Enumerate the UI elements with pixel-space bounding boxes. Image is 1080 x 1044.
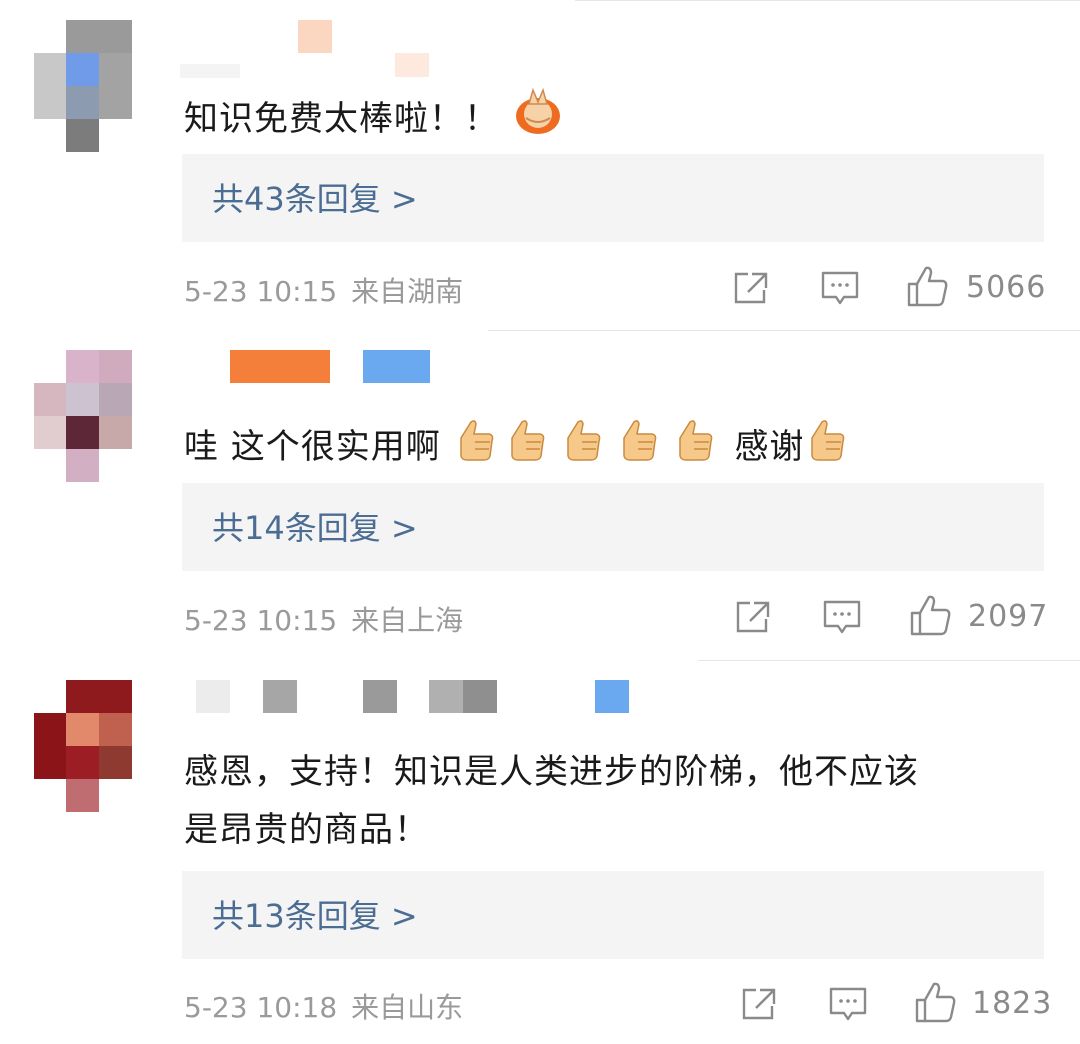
comment-meta: 5-23 10:15 来自上海 <box>184 599 463 639</box>
share-icon[interactable] <box>734 599 772 639</box>
avatar[interactable] <box>34 20 134 152</box>
username-blurred[interactable] <box>196 680 636 714</box>
comment-icon[interactable] <box>822 599 862 641</box>
reply-count-box[interactable]: 共14条回复 > <box>182 483 1044 571</box>
reply-count-link[interactable]: 共43条回复 > <box>212 174 418 220</box>
like-count: 1823 <box>972 986 1053 1021</box>
location: 来自上海 <box>351 604 464 637</box>
comment-icon[interactable] <box>828 986 868 1028</box>
timestamp: 5-23 10:18 <box>184 991 338 1024</box>
share-icon[interactable] <box>740 986 778 1026</box>
reply-count-link[interactable]: 共13条回复 > <box>212 891 418 937</box>
avatar[interactable] <box>34 680 134 812</box>
timestamp: 5-23 10:15 <box>184 604 338 637</box>
thumbs-up-emoji <box>555 416 611 479</box>
thumbs-up-icon[interactable] <box>909 593 953 641</box>
thumbs-up-emoji <box>667 416 723 479</box>
top-divider <box>575 0 1080 1</box>
comment-meta: 5-23 10:18 来自山东 <box>184 986 463 1026</box>
comment-text-content: 知识免费太棒啦！！ <box>184 99 499 139</box>
thumbs-up-icon[interactable] <box>914 980 958 1028</box>
thumbs-up-emoji <box>611 416 667 479</box>
comment-meta: 5-23 10:15 来自湖南 <box>184 270 463 310</box>
comment-divider <box>698 660 1080 661</box>
comment-text-line: 感恩，支持！知识是人类进步的阶梯，他不应该 <box>184 752 919 792</box>
comment-text-content: 感谢 <box>734 427 805 467</box>
location: 来自湖南 <box>351 275 464 308</box>
like-count: 5066 <box>966 270 1047 305</box>
reply-count-box[interactable]: 共43条回复 > <box>182 154 1044 242</box>
reply-count-link[interactable]: 共14条回复 > <box>212 503 418 549</box>
clapping-hands-emoji <box>511 86 565 151</box>
like-count: 2097 <box>968 599 1049 634</box>
comment-icon[interactable] <box>820 270 860 312</box>
username-blurred[interactable] <box>180 20 440 80</box>
comment-text: 哇 这个很实用啊 感谢 <box>184 416 850 479</box>
avatar[interactable] <box>34 350 134 482</box>
thumbs-up-emoji <box>499 416 555 479</box>
comment-text-line: 是昂贵的商品！ <box>184 810 429 850</box>
thumbs-up-emoji <box>453 416 499 479</box>
comment-text: 知识免费太棒啦！！ <box>184 86 565 151</box>
comment-divider <box>488 330 1080 331</box>
thumbs-up-icon[interactable] <box>906 264 950 312</box>
comment-text: 感恩，支持！知识是人类进步的阶梯，他不应该 是昂贵的商品！ <box>184 746 919 856</box>
location: 来自山东 <box>351 991 464 1024</box>
reply-count-box[interactable]: 共13条回复 > <box>182 871 1044 959</box>
timestamp: 5-23 10:15 <box>184 275 338 308</box>
comment-text-content: 哇 这个很实用啊 <box>184 427 441 467</box>
thumbs-up-emoji <box>804 416 850 479</box>
share-icon[interactable] <box>732 270 770 310</box>
username-blurred[interactable] <box>230 350 430 384</box>
